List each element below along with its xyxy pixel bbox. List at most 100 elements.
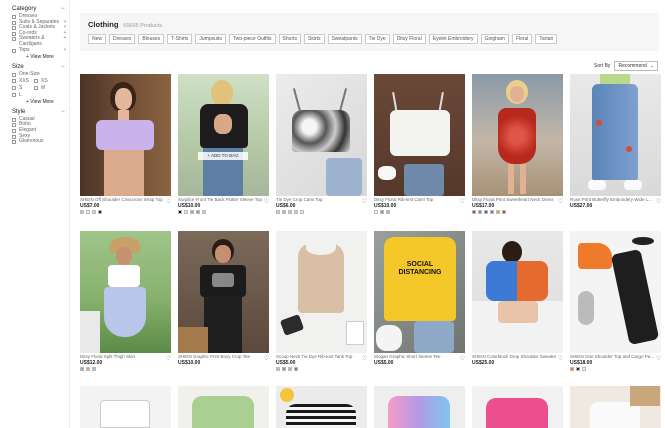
checkbox[interactable] (34, 78, 38, 83)
filter-chip[interactable]: T-Shirts (167, 34, 193, 44)
product-image[interactable]: + ADD TO BAG (178, 74, 269, 196)
heart-icon[interactable]: ♡ (362, 355, 367, 362)
product-image[interactable] (276, 386, 367, 428)
checkbox[interactable] (12, 85, 16, 90)
filter-chip[interactable]: Skirts (304, 34, 325, 44)
style-filter-header[interactable]: Style − (12, 109, 66, 115)
product-card[interactable]: Scoop Neck Tie Dye Rib-knit Tank Top US$5… (276, 231, 367, 388)
heart-icon[interactable]: ♡ (656, 198, 661, 205)
color-swatch[interactable] (484, 210, 488, 214)
heart-icon[interactable]: ♡ (558, 355, 563, 362)
color-swatch[interactable] (86, 367, 90, 371)
product-image[interactable] (80, 386, 171, 428)
size-option[interactable]: L (12, 92, 34, 98)
checkbox[interactable] (34, 85, 38, 90)
product-card[interactable] (374, 386, 465, 428)
color-swatch[interactable] (294, 367, 298, 371)
filter-chip[interactable]: Two-piece Outfits (228, 34, 276, 44)
color-swatch[interactable] (478, 210, 482, 214)
checkbox[interactable] (12, 48, 16, 53)
checkbox[interactable] (12, 92, 16, 97)
product-card[interactable]: Ditsy Floral Rib-knit Cami Top US$10.00 ♡ (374, 74, 465, 231)
product-card[interactable]: Ditsy Floral Print Sweetheart Neck Dress… (472, 74, 563, 231)
product-card[interactable]: Rose Print Butterfly Embroidery Wide Leg… (570, 74, 661, 231)
size-filter-header[interactable]: Size − (12, 64, 66, 70)
expand-icon[interactable]: + (62, 47, 68, 54)
product-image[interactable] (178, 231, 269, 353)
product-card[interactable]: SOCIAL DISTANCING Slogan Graphic Short Sl… (374, 231, 465, 388)
color-swatch[interactable] (86, 210, 90, 214)
collapse-icon[interactable]: − (60, 64, 66, 70)
product-card[interactable] (570, 386, 661, 428)
color-swatch[interactable] (92, 367, 96, 371)
checkbox[interactable] (12, 117, 16, 122)
product-image[interactable] (570, 74, 661, 196)
checkbox[interactable] (12, 20, 16, 25)
color-swatch[interactable] (576, 367, 580, 371)
product-card[interactable] (276, 386, 367, 428)
checkbox[interactable] (12, 26, 16, 31)
color-swatch[interactable] (282, 210, 286, 214)
product-card[interactable] (178, 386, 269, 428)
size-option[interactable]: S (12, 85, 34, 91)
product-image[interactable] (80, 231, 171, 353)
color-swatch[interactable] (92, 210, 96, 214)
filter-chip[interactable]: Blouses (138, 34, 165, 44)
color-swatch[interactable] (570, 367, 574, 371)
sort-select[interactable]: Recommend ⌄ (614, 61, 658, 71)
product-card[interactable]: + ADD TO BAG Surplice Front Tie Back Flut… (178, 74, 269, 231)
product-image[interactable] (472, 74, 563, 196)
color-swatch[interactable] (80, 210, 84, 214)
collapse-icon[interactable]: − (60, 109, 66, 115)
checkbox[interactable] (12, 134, 16, 139)
checkbox[interactable] (12, 140, 16, 145)
checkbox[interactable] (12, 15, 16, 19)
filter-chip[interactable]: Floral (511, 34, 533, 44)
color-swatch[interactable] (80, 367, 84, 371)
heart-icon[interactable]: ♡ (264, 198, 269, 205)
color-swatch[interactable] (502, 210, 506, 214)
color-swatch[interactable] (288, 367, 292, 371)
color-swatch[interactable] (178, 210, 182, 214)
heart-icon[interactable]: ♡ (264, 355, 269, 362)
color-swatch[interactable] (276, 210, 280, 214)
filter-chip[interactable]: Gingham (480, 34, 509, 44)
filter-chip[interactable]: Tie Dye (364, 34, 390, 44)
color-swatch[interactable] (490, 210, 494, 214)
product-image[interactable] (178, 386, 269, 428)
filter-chip[interactable]: Eyelet Embroidery (428, 34, 478, 44)
color-swatch[interactable] (300, 210, 304, 214)
heart-icon[interactable]: ♡ (460, 198, 465, 205)
size-option[interactable]: XXS (12, 78, 34, 84)
product-image[interactable] (374, 74, 465, 196)
product-card[interactable]: SHEIN Graphic Print Boxy Crop Tee US$10.0… (178, 231, 269, 388)
product-card[interactable] (80, 386, 171, 428)
color-swatch[interactable] (196, 210, 200, 214)
filter-chip[interactable]: Shorts (278, 34, 301, 44)
heart-icon[interactable]: ♡ (460, 355, 465, 362)
color-swatch[interactable] (374, 210, 378, 214)
checkbox[interactable] (12, 31, 16, 36)
category-option[interactable]: Sweaters & Cardigans + (12, 36, 68, 47)
filter-chip[interactable]: Sweatpants (327, 34, 362, 44)
product-card[interactable]: SHEIN One Shoulder Top and Cargo Pants US… (570, 231, 661, 388)
size-option[interactable]: M (34, 85, 56, 91)
filter-chip[interactable]: Dresses (109, 34, 136, 44)
filter-chip[interactable]: New (88, 34, 107, 44)
color-swatch[interactable] (282, 367, 286, 371)
product-image[interactable] (472, 231, 563, 353)
style-option[interactable]: Glamorous (12, 139, 68, 145)
heart-icon[interactable]: ♡ (558, 198, 563, 205)
product-image[interactable] (276, 74, 367, 196)
checkbox[interactable] (12, 123, 16, 128)
checkbox[interactable] (12, 37, 16, 42)
checkbox[interactable] (12, 78, 16, 83)
color-swatch[interactable] (202, 210, 206, 214)
category-view-more-link[interactable]: + View More (26, 54, 69, 60)
heart-icon[interactable]: ♡ (166, 198, 171, 205)
category-option[interactable]: Tops + (12, 47, 68, 54)
product-card[interactable]: SHEIN Colorblock Drop Shoulder Sweater US… (472, 231, 563, 388)
category-filter-header[interactable]: Category − (12, 6, 66, 12)
color-swatch[interactable] (98, 210, 102, 214)
color-swatch[interactable] (386, 210, 390, 214)
